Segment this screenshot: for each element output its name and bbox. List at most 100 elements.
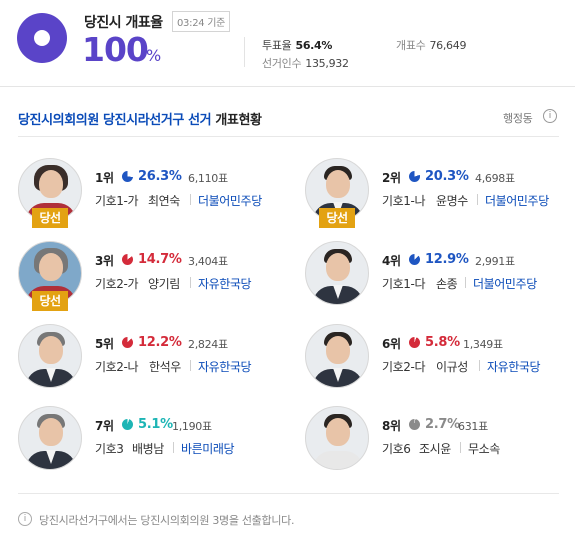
candidate-photo	[305, 324, 369, 388]
candidate-party: 더불어민주당	[473, 277, 537, 291]
electors-label: 선거인수	[262, 57, 302, 70]
elected-badge: 당선	[319, 208, 355, 228]
vote-count: 2,824표	[188, 338, 228, 351]
candidate-rank: 3위	[95, 254, 114, 268]
candidate-party: 자유한국당	[198, 277, 252, 291]
candidate-number: 기호2-나	[95, 360, 139, 374]
candidate-card[interactable]: 당선 3위 14.7% 3,404표 기호2-가 양기림 자유한국당	[18, 241, 288, 311]
candidate-card[interactable]: 6위 5.8% 1,349표 기호2-다 이규성 자유한국당	[305, 324, 575, 394]
candidate-card[interactable]: 4위 12.9% 2,991표 기호1-다 손종 더불어민주당	[305, 241, 575, 311]
candidate-rank: 6위	[382, 337, 401, 351]
turnout-label: 투표율	[262, 39, 292, 52]
candidate-number: 기호2-다	[382, 360, 426, 374]
candidate-party: 자유한국당	[487, 360, 541, 374]
turnout-value: 56.4%	[295, 39, 333, 52]
candidate-name[interactable]: 양기림	[148, 275, 180, 292]
vote-count: 6,110표	[188, 172, 228, 185]
candidate-name[interactable]: 이규성	[436, 358, 468, 375]
info-icon[interactable]: i	[543, 109, 557, 123]
vote-share-pie-icon	[122, 254, 133, 265]
section-divider	[18, 136, 559, 137]
summary-divider	[244, 37, 245, 67]
candidate-rank: 2위	[382, 171, 401, 185]
vote-count: 3,404표	[188, 255, 228, 268]
admin-area-link[interactable]: 행정동	[503, 110, 533, 126]
candidate-rank: 1위	[95, 171, 114, 185]
elected-badge: 당선	[32, 291, 68, 311]
separator	[190, 360, 191, 371]
vote-share-percent: 12.9%	[425, 252, 469, 267]
vote-count: 631표	[458, 420, 488, 433]
vote-share-percent: 2.7%	[425, 417, 460, 432]
vote-share-percent: 5.8%	[425, 335, 460, 350]
candidate-card[interactable]: 당선 1위 26.3% 6,110표 기호1-가 최연숙 더불어민주당	[18, 158, 288, 228]
candidate-name[interactable]: 손종	[436, 275, 458, 292]
counted-value: 76,649	[429, 39, 467, 52]
vote-count: 2,991표	[475, 255, 515, 268]
vote-share-pie-icon	[409, 171, 420, 182]
candidate-number: 기호2-가	[95, 277, 139, 291]
candidate-party: 더불어민주당	[198, 194, 262, 208]
count-rate-unit: %	[146, 46, 162, 65]
separator	[477, 194, 478, 205]
candidate-rank: 8위	[382, 419, 401, 433]
turnout-stat: 투표율 56.4%	[262, 37, 332, 53]
vote-share-percent: 20.3%	[425, 169, 469, 184]
candidate-party: 더불어민주당	[485, 194, 549, 208]
section-title: 당진시의회의원 당진시라선거구 선거 개표현황	[18, 109, 262, 128]
candidate-party: 무소속	[468, 442, 500, 456]
vote-share-pie-icon	[122, 171, 133, 182]
candidate-rank: 4위	[382, 254, 401, 268]
candidate-card[interactable]: 8위 2.7% 631표 기호6 조시윤 무소속	[305, 406, 575, 476]
vote-count: 1,190표	[172, 420, 212, 433]
candidate-name[interactable]: 한석우	[149, 358, 181, 375]
vote-count: 1,349표	[463, 338, 503, 351]
electors-value: 135,932	[305, 57, 349, 70]
timestamp-badge: 03:24 기준	[172, 11, 230, 32]
candidate-number: 기호3	[95, 442, 124, 456]
vote-count: 4,698표	[475, 172, 515, 185]
counted-stat: 개표수 76,649	[396, 37, 466, 53]
vote-share-percent: 26.3%	[138, 169, 182, 184]
candidate-photo	[18, 406, 82, 470]
section-title-election: 당진시의회의원 당진시라선거구 선거	[18, 113, 212, 128]
electors-stat: 선거인수 135,932	[262, 55, 349, 71]
vote-share-pie-icon	[409, 254, 420, 265]
separator	[173, 442, 174, 453]
separator	[465, 277, 466, 288]
candidate-party: 바른미래당	[181, 442, 235, 456]
candidate-name[interactable]: 윤명수	[436, 192, 468, 209]
vote-share-pie-icon	[122, 337, 133, 348]
candidate-card[interactable]: 당선 2위 20.3% 4,698표 기호1-나 윤명수 더불어민주당	[305, 158, 575, 228]
footer-divider	[18, 493, 559, 494]
candidate-rank: 7위	[95, 419, 114, 433]
separator	[190, 277, 191, 288]
count-rate-title: 당진시 개표율	[84, 15, 163, 31]
candidate-party: 자유한국당	[198, 360, 252, 374]
vote-share-percent: 12.2%	[138, 335, 182, 350]
summary-divider-line	[0, 86, 575, 87]
candidate-name[interactable]: 최연숙	[148, 192, 180, 209]
candidate-number: 기호1-가	[95, 194, 139, 208]
candidate-number: 기호1-다	[382, 277, 426, 291]
candidate-card[interactable]: 5위 12.2% 2,824표 기호2-나 한석우 자유한국당	[18, 324, 288, 394]
candidate-number: 기호1-나	[382, 194, 426, 208]
candidate-rank: 5위	[95, 337, 114, 351]
vote-share-percent: 14.7%	[138, 252, 182, 267]
counted-label: 개표수	[396, 39, 426, 52]
vote-share-pie-icon	[122, 419, 133, 430]
separator	[460, 442, 461, 453]
candidate-name[interactable]: 조시윤	[419, 440, 451, 457]
candidate-photo	[305, 406, 369, 470]
summary-panel: 당진시 개표율 03:24 기준 100 % 투표율 56.4% 개표수 76,64…	[0, 0, 575, 86]
candidate-name[interactable]: 배병남	[132, 440, 164, 457]
footer-note: 당진시라선거구에서는 당진시의회의원 3명을 선출합니다.	[39, 514, 295, 527]
vote-share-percent: 5.1%	[138, 417, 173, 432]
candidate-photo	[305, 241, 369, 305]
vote-share-pie-icon	[409, 337, 420, 348]
elected-badge: 당선	[32, 208, 68, 228]
separator	[479, 360, 480, 371]
candidate-card[interactable]: 7위 5.1% 1,190표 기호3 배병남 바른미래당	[18, 406, 288, 476]
candidate-number: 기호6	[382, 442, 411, 456]
info-icon: i	[18, 512, 32, 526]
